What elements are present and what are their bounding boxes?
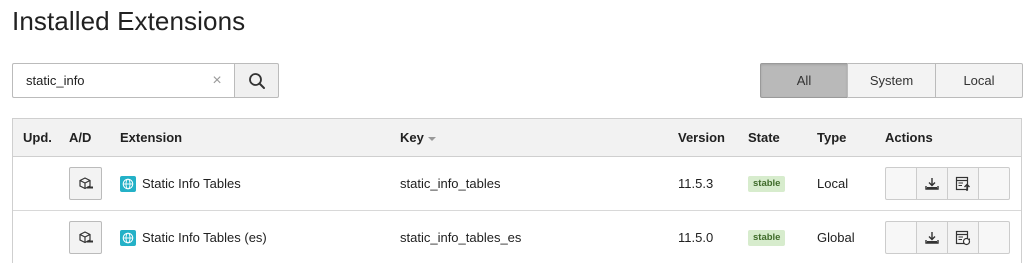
search-group: ×	[12, 63, 279, 98]
reload-database-icon	[955, 230, 971, 245]
globe-icon	[120, 175, 136, 192]
header-actions: Actions	[885, 130, 933, 145]
action-placeholder	[885, 221, 917, 254]
extension-name[interactable]: Static Info Tables (es)	[142, 230, 267, 245]
key-cell: static_info_tables	[400, 176, 501, 191]
filter-button-group: All System Local	[760, 63, 1023, 98]
header-extension[interactable]: Extension	[120, 119, 182, 157]
download-icon	[925, 177, 939, 190]
header-key[interactable]: Key	[400, 119, 436, 157]
download-button[interactable]	[916, 221, 948, 254]
close-icon[interactable]: ×	[210, 73, 224, 89]
extensions-table: Upd. A/D Extension Key Version State Typ…	[12, 118, 1022, 263]
header-upd: Upd.	[23, 130, 52, 145]
filter-system-button[interactable]: System	[847, 63, 936, 98]
header-ad: A/D	[69, 130, 92, 145]
search-field: ×	[12, 63, 234, 98]
ad-cell	[69, 157, 102, 210]
header-type[interactable]: Type	[817, 119, 846, 157]
table-header: Upd. A/D Extension Key Version State Typ…	[13, 119, 1021, 157]
action-placeholder	[885, 167, 917, 200]
extension-name[interactable]: Static Info Tables	[142, 176, 241, 191]
reload-database-button[interactable]	[947, 221, 979, 254]
state-cell: stable	[748, 211, 786, 263]
actions-group	[885, 221, 1010, 254]
search-icon	[248, 72, 265, 89]
ad-cell	[69, 211, 102, 263]
header-version[interactable]: Version	[678, 119, 725, 157]
header-key-label: Key	[400, 130, 424, 145]
version-cell: 11.5.3	[678, 176, 714, 191]
table-row: Static Info Tables (es) static_info_tabl…	[13, 211, 1021, 263]
upload-icon	[955, 176, 970, 191]
extension-cell: Static Info Tables (es)	[120, 211, 267, 263]
upload-button[interactable]	[947, 167, 979, 200]
search-input[interactable]	[13, 64, 234, 97]
deactivate-button[interactable]	[69, 221, 102, 254]
header-extension-label: Extension	[120, 130, 183, 145]
package-deactivate-icon	[78, 176, 93, 189]
globe-icon	[120, 229, 136, 246]
package-deactivate-icon	[78, 230, 93, 243]
sort-desc-icon	[427, 136, 436, 141]
actions-cell	[885, 157, 1010, 210]
header-state[interactable]: State	[748, 119, 780, 157]
status-badge: stable	[748, 229, 786, 246]
action-placeholder	[978, 167, 1010, 200]
type-cell: Local	[817, 176, 849, 191]
deactivate-button[interactable]	[69, 167, 102, 200]
download-button[interactable]	[916, 167, 948, 200]
header-state-label: State	[748, 130, 780, 145]
search-button[interactable]	[234, 63, 279, 98]
actions-group	[885, 167, 1010, 200]
type-cell: Global	[817, 230, 855, 245]
filter-all-button[interactable]: All	[760, 63, 848, 98]
table-row: Static Info Tables static_info_tables 11…	[13, 157, 1021, 211]
page-title: Installed Extensions	[12, 6, 246, 36]
actions-cell	[885, 211, 1010, 263]
header-type-label: Type	[817, 130, 847, 145]
state-cell: stable	[748, 157, 786, 210]
key-cell: static_info_tables_es	[400, 230, 522, 245]
filter-local-button[interactable]: Local	[935, 63, 1023, 98]
download-icon	[925, 231, 939, 244]
status-badge: stable	[748, 175, 786, 192]
extension-cell: Static Info Tables	[120, 157, 241, 210]
header-version-label: Version	[678, 130, 725, 145]
action-placeholder	[978, 221, 1010, 254]
version-cell: 11.5.0	[678, 230, 714, 245]
